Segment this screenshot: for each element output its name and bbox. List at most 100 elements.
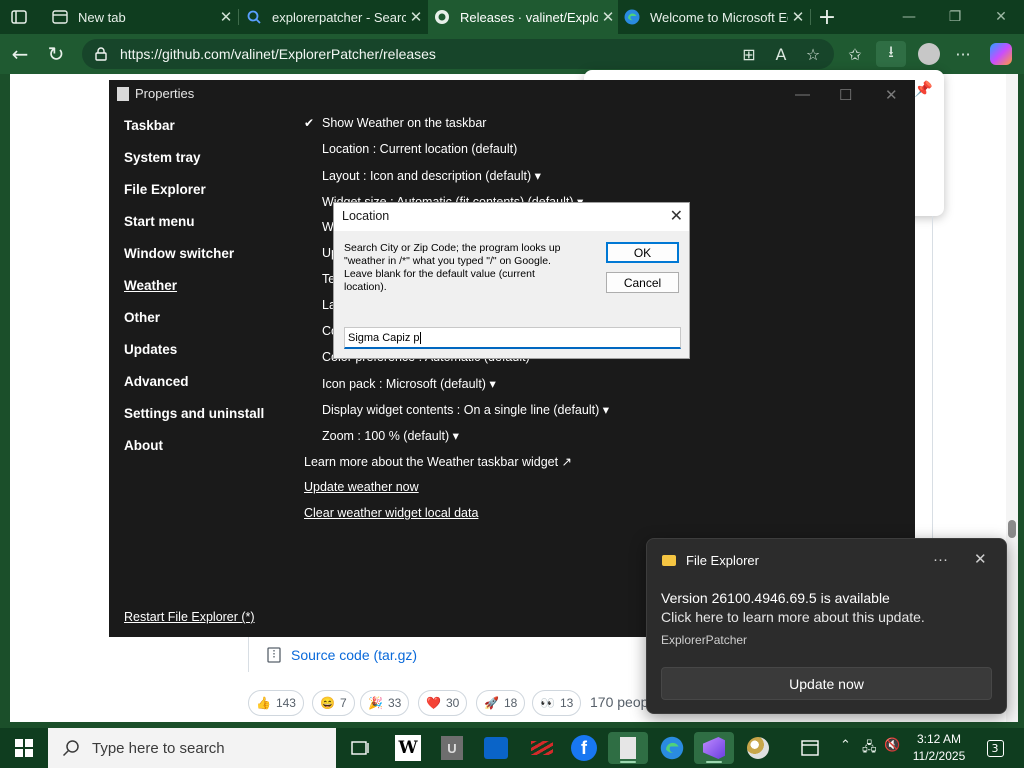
address-bar[interactable]: https://github.com/valinet/ExplorerPatch…	[82, 39, 834, 69]
thumbs-up-icon: 👍	[256, 696, 271, 710]
nav-advanced[interactable]: Advanced	[124, 374, 189, 389]
close-tab-icon[interactable]: ✕	[406, 8, 426, 26]
ok-button[interactable]: OK	[606, 242, 679, 263]
restart-explorer-link[interactable]: Restart File Explorer (*)	[124, 610, 255, 624]
notepad-u-icon[interactable]: U	[432, 732, 472, 764]
red-app-glyph	[531, 741, 553, 755]
reaction-hooray[interactable]: 🎉 33	[360, 690, 410, 716]
chevron-up-icon[interactable]: ⌃	[840, 738, 851, 753]
nav-start-menu[interactable]: Start menu	[124, 214, 195, 229]
tab-welcome-edge[interactable]: Welcome to Microsoft Edge ✕	[620, 0, 808, 34]
nav-settings-uninstall[interactable]: Settings and uninstall	[124, 406, 264, 421]
tab-actions-icon[interactable]	[10, 8, 28, 26]
refresh-icon[interactable]: ↻	[42, 40, 70, 68]
dropdown-arrow-icon: ▾	[602, 403, 609, 417]
nav-system-tray[interactable]: System tray	[124, 150, 201, 165]
eyes-icon: 👀	[540, 696, 555, 710]
nav-window-switcher[interactable]: Window switcher	[124, 246, 234, 261]
profile-avatar[interactable]	[918, 43, 940, 65]
reaction-count: 33	[387, 696, 402, 710]
task-view-icon[interactable]	[340, 732, 380, 764]
outlook-glyph	[484, 737, 508, 759]
heart-icon: ❤️	[426, 696, 441, 710]
icon-pack-option[interactable]: Icon pack : Microsoft (default) ▾	[322, 376, 496, 391]
reaction-thumbs-up[interactable]: 👍 143	[248, 690, 304, 716]
visual-studio-icon[interactable]	[694, 732, 734, 764]
minimize-icon[interactable]: —	[795, 86, 810, 103]
close-icon[interactable]: ✕	[974, 550, 987, 568]
reaction-heart[interactable]: ❤️ 30	[418, 690, 468, 716]
nav-about[interactable]: About	[124, 438, 163, 453]
clear-weather-data-link[interactable]: Clear weather widget local data	[304, 506, 478, 520]
nav-weather[interactable]: Weather	[124, 278, 177, 293]
close-tab-icon[interactable]: ✕	[788, 8, 808, 26]
source-code-link[interactable]: Source code (tar.gz)	[248, 636, 668, 672]
reaction-laugh[interactable]: 😄 7	[312, 690, 355, 716]
close-icon[interactable]: ✕	[670, 206, 683, 226]
paint-glyph	[747, 737, 769, 759]
maximize-icon[interactable]: ❐	[932, 0, 978, 34]
volume-muted-icon[interactable]: 🔇	[884, 738, 900, 753]
update-weather-link[interactable]: Update weather now	[304, 480, 419, 494]
search-icon	[62, 739, 80, 757]
reaction-rocket[interactable]: 🚀 18	[476, 690, 526, 716]
update-toast[interactable]: File Explorer ··· ✕ Version 26100.4946.6…	[646, 538, 1007, 714]
toast-body: Click here to learn more about this upda…	[661, 609, 925, 625]
close-tab-icon[interactable]: ✕	[598, 8, 618, 26]
taskbar-search[interactable]: Type here to search	[48, 728, 336, 768]
notification-center-icon[interactable]: 3	[980, 736, 1010, 760]
minimize-icon[interactable]: —	[886, 0, 932, 34]
favorite-star-icon[interactable]: ☆	[800, 41, 826, 67]
maximize-icon[interactable]: ☐	[839, 86, 852, 104]
more-menu-icon[interactable]: ···	[950, 41, 976, 67]
close-tab-icon[interactable]: ✕	[216, 8, 236, 26]
wikipedia-icon[interactable]: W	[388, 732, 428, 764]
close-window-icon[interactable]: ✕	[885, 86, 898, 104]
cancel-button[interactable]: Cancel	[606, 272, 679, 293]
start-button[interactable]	[0, 728, 48, 768]
downloads-icon[interactable]: ⭳	[876, 41, 906, 67]
outlook-icon[interactable]	[476, 732, 516, 764]
update-now-button[interactable]: Update now	[661, 667, 992, 700]
tab-search[interactable]: explorerpatcher - Search ✕	[240, 0, 426, 34]
properties-app-icon	[117, 86, 129, 101]
display-contents-option[interactable]: Display widget contents : On a single li…	[322, 402, 609, 417]
page-scrollbar[interactable]	[1006, 74, 1018, 722]
favorites-icon[interactable]: ✩	[842, 41, 868, 67]
edge-icon[interactable]	[652, 732, 692, 764]
location-option[interactable]: Location : Current location (default)	[322, 142, 517, 156]
tab-releases[interactable]: Releases · valinet/ExplorerPatcher ✕	[428, 0, 618, 34]
new-tab-button[interactable]: +	[814, 4, 840, 30]
pin-icon[interactable]: 📌	[914, 80, 936, 102]
location-input[interactable]: Sigma Capiz p	[344, 327, 681, 349]
learn-more-link[interactable]: Learn more about the Weather taskbar wid…	[304, 454, 572, 469]
nav-updates[interactable]: Updates	[124, 342, 177, 357]
reaction-count: 18	[503, 696, 518, 710]
tab-new-tab[interactable]: New tab ✕	[44, 0, 236, 34]
nav-taskbar[interactable]: Taskbar	[124, 118, 175, 133]
network-icon[interactable]: 🖧	[862, 738, 877, 760]
more-options-icon[interactable]: ···	[933, 551, 948, 568]
nav-other[interactable]: Other	[124, 310, 160, 325]
reaction-count: 7	[339, 696, 347, 710]
nav-file-explorer[interactable]: File Explorer	[124, 182, 206, 197]
toast-app-header: File Explorer	[662, 553, 759, 568]
zoom-option[interactable]: Zoom : 100 % (default) ▾	[322, 428, 459, 443]
scrollbar-thumb[interactable]	[1008, 520, 1016, 538]
system-clock[interactable]: 3:12 AM 11/2/2025	[906, 731, 972, 765]
paint-icon[interactable]	[738, 732, 778, 764]
back-arrow-icon[interactable]: ←	[6, 40, 34, 68]
window-icon[interactable]	[790, 732, 830, 764]
properties-icon[interactable]	[608, 732, 648, 764]
reaction-eyes[interactable]: 👀 13	[532, 690, 582, 716]
app-available-icon[interactable]: ⊞	[736, 41, 762, 67]
copilot-icon[interactable]	[990, 43, 1012, 65]
clock-date: 11/2/2025	[912, 749, 966, 763]
layout-option[interactable]: Layout : Icon and description (default) …	[322, 168, 541, 183]
app-red-icon[interactable]	[522, 732, 562, 764]
facebook-icon[interactable]: f	[564, 732, 604, 764]
zip-file-icon	[267, 646, 281, 663]
read-aloud-icon[interactable]: A	[768, 41, 794, 67]
close-window-icon[interactable]: ✕	[978, 0, 1024, 34]
show-weather-option[interactable]: Show Weather on the taskbar	[322, 116, 486, 130]
